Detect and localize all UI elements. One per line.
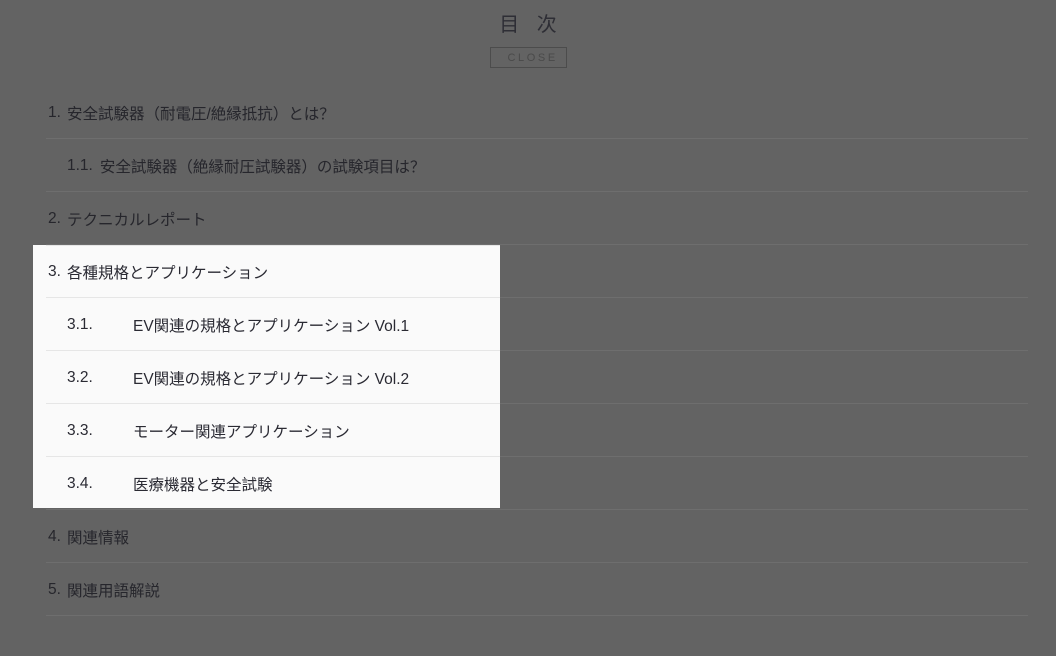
page-title: 目 次: [499, 14, 563, 36]
toc-item-number: 2.: [48, 209, 61, 227]
toc-item-label: 関連情報: [66, 529, 129, 547]
toc-item-number: 3.4.: [67, 474, 93, 492]
toc-item-number: 3.3.: [67, 421, 93, 439]
toc-item-1[interactable]: 1. 安全試験器（耐電圧/絶縁抵抗）とは？: [0, 86, 1056, 139]
toc-highlight-item-3-1[interactable]: 3.1. EV関連の規格とアプリケーション Vol.1: [33, 298, 500, 351]
toc-item-label: モーター関連アプリケーション: [133, 423, 350, 441]
toc-item-5[interactable]: 5. 関連用語解説: [0, 563, 1056, 616]
toc-item-label: テクニカルレポート: [66, 211, 207, 229]
toc-item-label: 医療機器と安全試験: [133, 476, 273, 494]
toc-highlight-item-3-4[interactable]: 3.4. 医療機器と安全試験: [33, 457, 500, 508]
toc-item-label: EV関連の規格とアプリケーション Vol.2: [133, 370, 410, 388]
toc-item-number: 5.: [48, 580, 61, 598]
toc-item-label: EV関連の規格とアプリケーション Vol.1: [133, 317, 410, 335]
toc-highlight-item-3-2[interactable]: 3.2. EV関連の規格とアプリケーション Vol.2: [33, 351, 500, 404]
toc-item-number: 3.: [48, 262, 61, 280]
close-button[interactable]: CLOSE: [489, 47, 567, 68]
toc-item-label: 安全試験器（耐電圧/絶縁抵抗）とは？: [66, 105, 335, 123]
toc-item-number: 3.1.: [67, 315, 93, 333]
toc-item-label: 各種規格とアプリケーション: [66, 264, 269, 282]
toc-item-number: 1.: [48, 103, 61, 121]
toc-highlight-item-3-3[interactable]: 3.3. モーター関連アプリケーション: [33, 404, 500, 457]
toc-item-label: 関連用語解説: [66, 582, 160, 600]
toc-item-number: 1.1.: [67, 156, 93, 174]
toc-item-number: 3.2.: [67, 368, 93, 386]
toc-header: 目 次 CLOSE: [0, 0, 1056, 68]
toc-item-2[interactable]: 2. テクニカルレポート: [0, 192, 1056, 245]
toc-item-1-1[interactable]: 1.1. 安全試験器（絶縁耐圧試験器）の試験項目は？: [0, 139, 1056, 192]
toc-item-label: 安全試験器（絶縁耐圧試験器）の試験項目は？: [99, 158, 426, 176]
toc-highlight-panel: 3. 各種規格とアプリケーション 3.1. EV関連の規格とアプリケーション V…: [33, 245, 500, 508]
close-button-wrapper: CLOSE: [0, 47, 1056, 68]
toc-item-4[interactable]: 4. 関連情報: [0, 510, 1056, 563]
toc-item-number: 4.: [48, 527, 61, 545]
toc-highlight-item-3[interactable]: 3. 各種規格とアプリケーション: [33, 245, 500, 298]
